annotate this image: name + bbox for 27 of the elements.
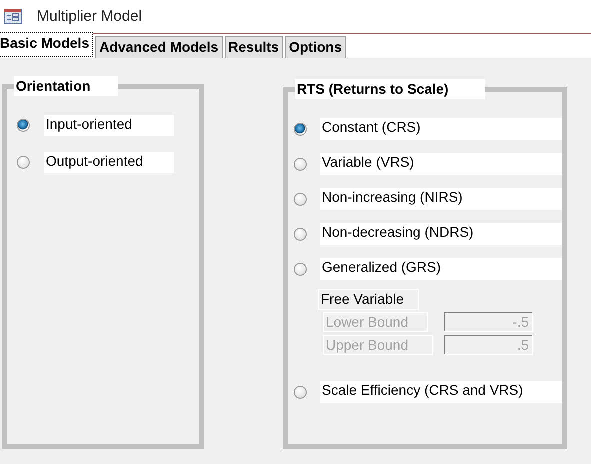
window-title: Multiplier Model xyxy=(37,8,142,25)
option-label: Constant (CRS) xyxy=(320,118,562,140)
radio-button[interactable] xyxy=(294,122,307,136)
radio-button[interactable] xyxy=(294,262,307,276)
option-label: Variable (VRS) xyxy=(320,153,562,175)
option-label: Generalized (GRS) xyxy=(320,258,562,280)
radio-button[interactable] xyxy=(294,158,307,170)
radio-button[interactable] xyxy=(294,192,307,206)
section-label: Free Variable xyxy=(318,289,420,310)
tab[interactable]: Options xyxy=(285,36,346,58)
tab[interactable]: Results xyxy=(224,36,284,58)
radio-button[interactable] xyxy=(294,386,307,398)
radio-button[interactable] xyxy=(17,119,30,132)
option-label: Non-decreasing (NDRS) xyxy=(320,223,562,245)
tab[interactable]: Basic Models xyxy=(0,32,94,57)
option-label: Non-increasing (NIRS) xyxy=(320,188,562,210)
form-icon xyxy=(4,9,22,24)
field-label: Upper Bound xyxy=(323,335,433,355)
radio-button[interactable] xyxy=(17,156,30,169)
group-title: RTS (Returns to Scale) xyxy=(295,79,485,99)
option-label: Scale Efficiency (CRS and VRS) xyxy=(320,381,562,403)
field-label: Lower Bound xyxy=(323,312,428,332)
option-label: Input-oriented xyxy=(44,115,174,136)
tab[interactable]: Advanced Models xyxy=(95,36,223,58)
option-label: Output-oriented xyxy=(44,152,174,173)
radio-button[interactable] xyxy=(294,228,307,240)
group-title: Orientation xyxy=(14,76,118,96)
